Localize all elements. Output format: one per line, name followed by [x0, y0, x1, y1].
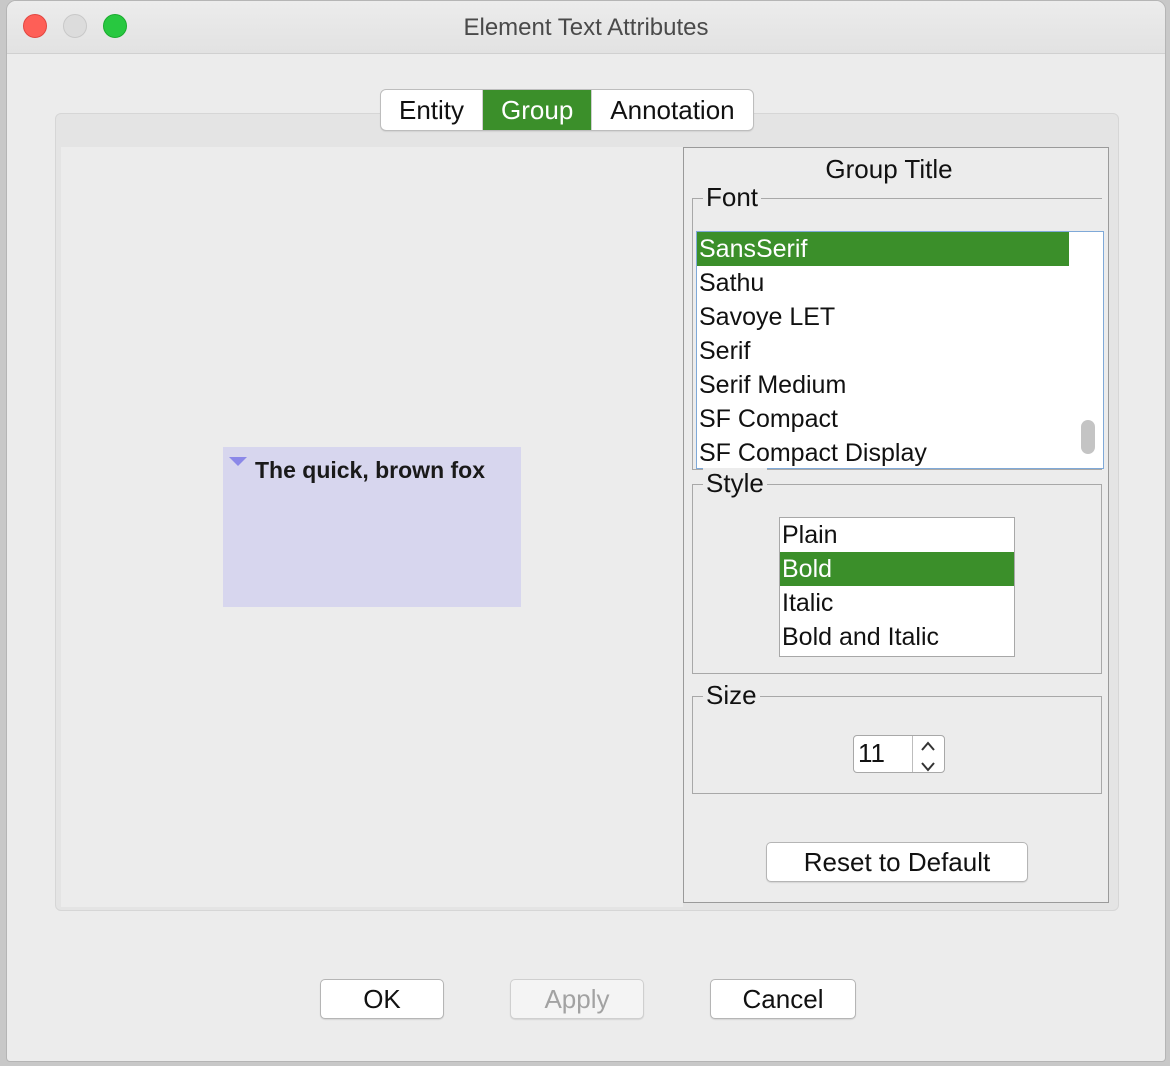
- font-item-serif-medium[interactable]: Serif Medium: [697, 368, 1069, 402]
- tab-entity[interactable]: Entity: [381, 90, 482, 130]
- panel-title: Group Title: [825, 154, 953, 184]
- style-list[interactable]: Plain Bold Italic Bold and Italic: [779, 517, 1015, 657]
- window-title: Element Text Attributes: [463, 14, 709, 41]
- size-value[interactable]: 11: [858, 738, 885, 769]
- size-legend: Size: [703, 680, 760, 711]
- stepper-arrows: [918, 739, 938, 779]
- collapse-triangle-icon: [229, 457, 247, 466]
- preview-area: The quick, brown fox: [61, 147, 683, 907]
- font-item-sathu[interactable]: Sathu: [697, 266, 1069, 300]
- reset-to-default-button[interactable]: Reset to Default: [766, 842, 1028, 882]
- size-stepper[interactable]: 11: [853, 735, 945, 773]
- title-bar: Element Text Attributes: [7, 1, 1165, 54]
- chevron-down-icon[interactable]: [918, 759, 938, 774]
- font-item-serif[interactable]: Serif: [697, 334, 1069, 368]
- style-item-bold[interactable]: Bold: [780, 552, 1014, 586]
- tab-group[interactable]: Group: [482, 90, 592, 130]
- style-item-plain[interactable]: Plain: [780, 518, 1014, 552]
- cancel-button[interactable]: Cancel: [710, 979, 856, 1019]
- style-item-bold-italic[interactable]: Bold and Italic: [780, 620, 1014, 654]
- chevron-up-icon[interactable]: [918, 739, 938, 754]
- style-item-italic[interactable]: Italic: [780, 586, 1014, 620]
- preview-sample-text: The quick, brown fox: [255, 457, 486, 483]
- font-item-sf-compact-display[interactable]: SF Compact Display: [697, 436, 1069, 468]
- font-legend: Font: [703, 182, 762, 213]
- settings-panel: Group Title Font SansSerif Sathu Savoye …: [683, 147, 1109, 903]
- style-fieldset: Style Plain Bold Italic Bold and Italic: [692, 468, 1102, 674]
- stepper-divider: [912, 736, 913, 772]
- dialog-window: Element Text Attributes Entity Group Ann…: [6, 0, 1166, 1062]
- font-fieldset: Font SansSerif Sathu Savoye LET Serif Se…: [692, 182, 1104, 470]
- font-list-scrollbar[interactable]: [1081, 420, 1095, 454]
- apply-button[interactable]: Apply: [510, 979, 644, 1019]
- tab-annotation[interactable]: Annotation: [591, 90, 752, 130]
- ok-button[interactable]: OK: [320, 979, 444, 1019]
- font-item-savoye-let[interactable]: Savoye LET: [697, 300, 1069, 334]
- font-item-sf-compact[interactable]: SF Compact: [697, 402, 1069, 436]
- tab-bar: Entity Group Annotation: [380, 89, 754, 131]
- font-item-sansserif[interactable]: SansSerif: [697, 232, 1069, 266]
- font-list[interactable]: SansSerif Sathu Savoye LET Serif Serif M…: [696, 231, 1104, 469]
- style-legend: Style: [703, 468, 767, 499]
- group-preview-box: The quick, brown fox: [223, 447, 521, 607]
- size-fieldset: Size 11: [692, 680, 1102, 794]
